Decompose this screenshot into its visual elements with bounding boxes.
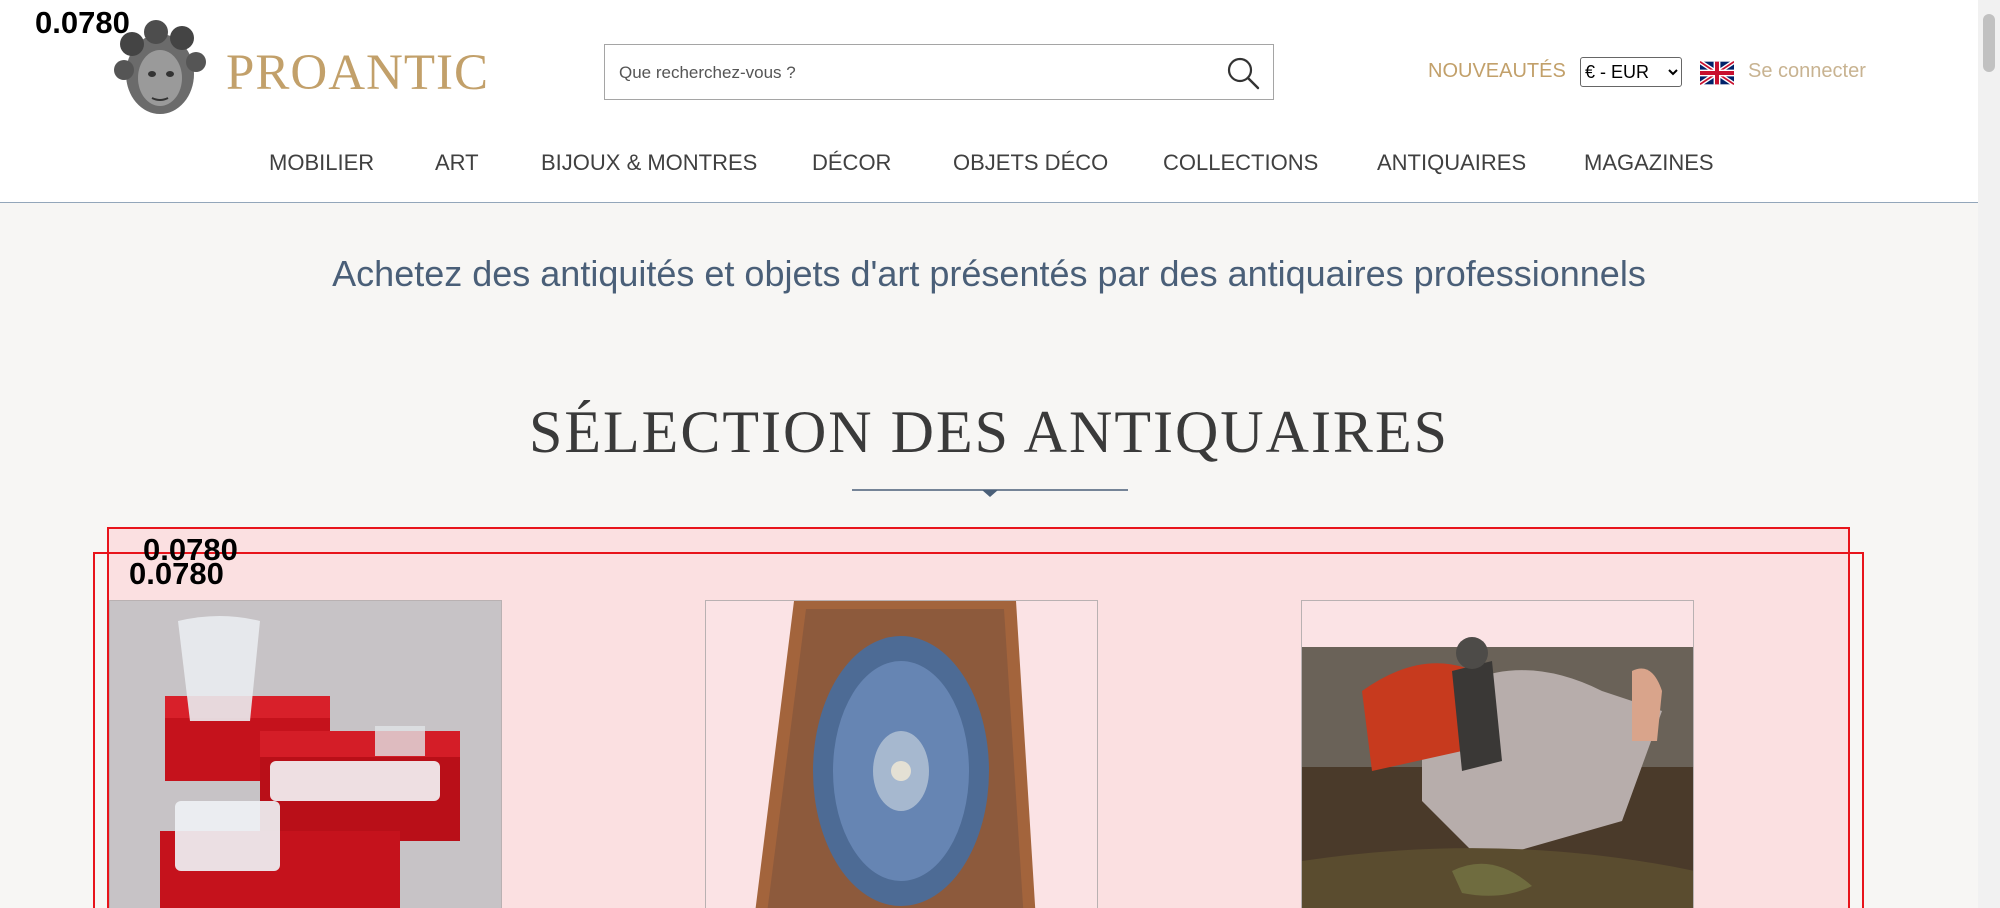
tagline: Achetez des antiquités et objets d'art p… [332, 253, 1646, 294]
nav-item-objets-deco[interactable]: OBJETS DÉCO [953, 150, 1108, 176]
overlay-score-label: 0.0780 [35, 5, 130, 40]
scrollbar[interactable] [1978, 0, 2000, 908]
nav-item-bijoux-montres[interactable]: BIJOUX & MONTRES [541, 150, 757, 176]
nav-item-mobilier[interactable]: MOBILIER [269, 150, 374, 176]
nav-item-magazines[interactable]: MAGAZINES [1584, 150, 1714, 176]
search-input[interactable] [617, 45, 1191, 101]
product-image-crystal [110, 601, 501, 908]
search-icon[interactable] [1223, 53, 1263, 93]
product-card[interactable] [1301, 600, 1694, 908]
overlay-score-label: 0.0780 [129, 556, 224, 591]
logo-text[interactable]: PROANTIC [226, 44, 489, 102]
uk-flag-icon[interactable] [1700, 60, 1734, 86]
scrollbar-thumb[interactable] [1983, 14, 1995, 72]
login-link[interactable]: Se connecter [1748, 60, 1866, 83]
currency-select[interactable]: € - EUR [1580, 57, 1682, 87]
nav-item-art[interactable]: ART [435, 150, 479, 176]
product-image-painting [1302, 601, 1693, 908]
title-divider [852, 489, 1128, 497]
page: PROANTIC NOUVEAUTÉS € - EUR Se connecter… [0, 0, 1978, 908]
nav-item-antiquaires[interactable]: ANTIQUAIRES [1377, 150, 1526, 176]
new-arrivals-link[interactable]: NOUVEAUTÉS [1428, 60, 1566, 83]
search-box [604, 44, 1274, 101]
product-card[interactable] [109, 600, 502, 908]
nav-item-decor[interactable]: DÉCOR [812, 150, 891, 176]
section-title: SÉLECTION DES ANTIQUAIRES [529, 399, 1449, 465]
product-card[interactable] [705, 600, 1098, 908]
main-nav: MOBILIER ART BIJOUX & MONTRES DÉCOR OBJE… [0, 150, 1978, 180]
product-image-rug [706, 601, 1097, 908]
nav-item-collections[interactable]: COLLECTIONS [1163, 150, 1318, 176]
site-header: PROANTIC NOUVEAUTÉS € - EUR Se connecter… [0, 0, 1978, 203]
